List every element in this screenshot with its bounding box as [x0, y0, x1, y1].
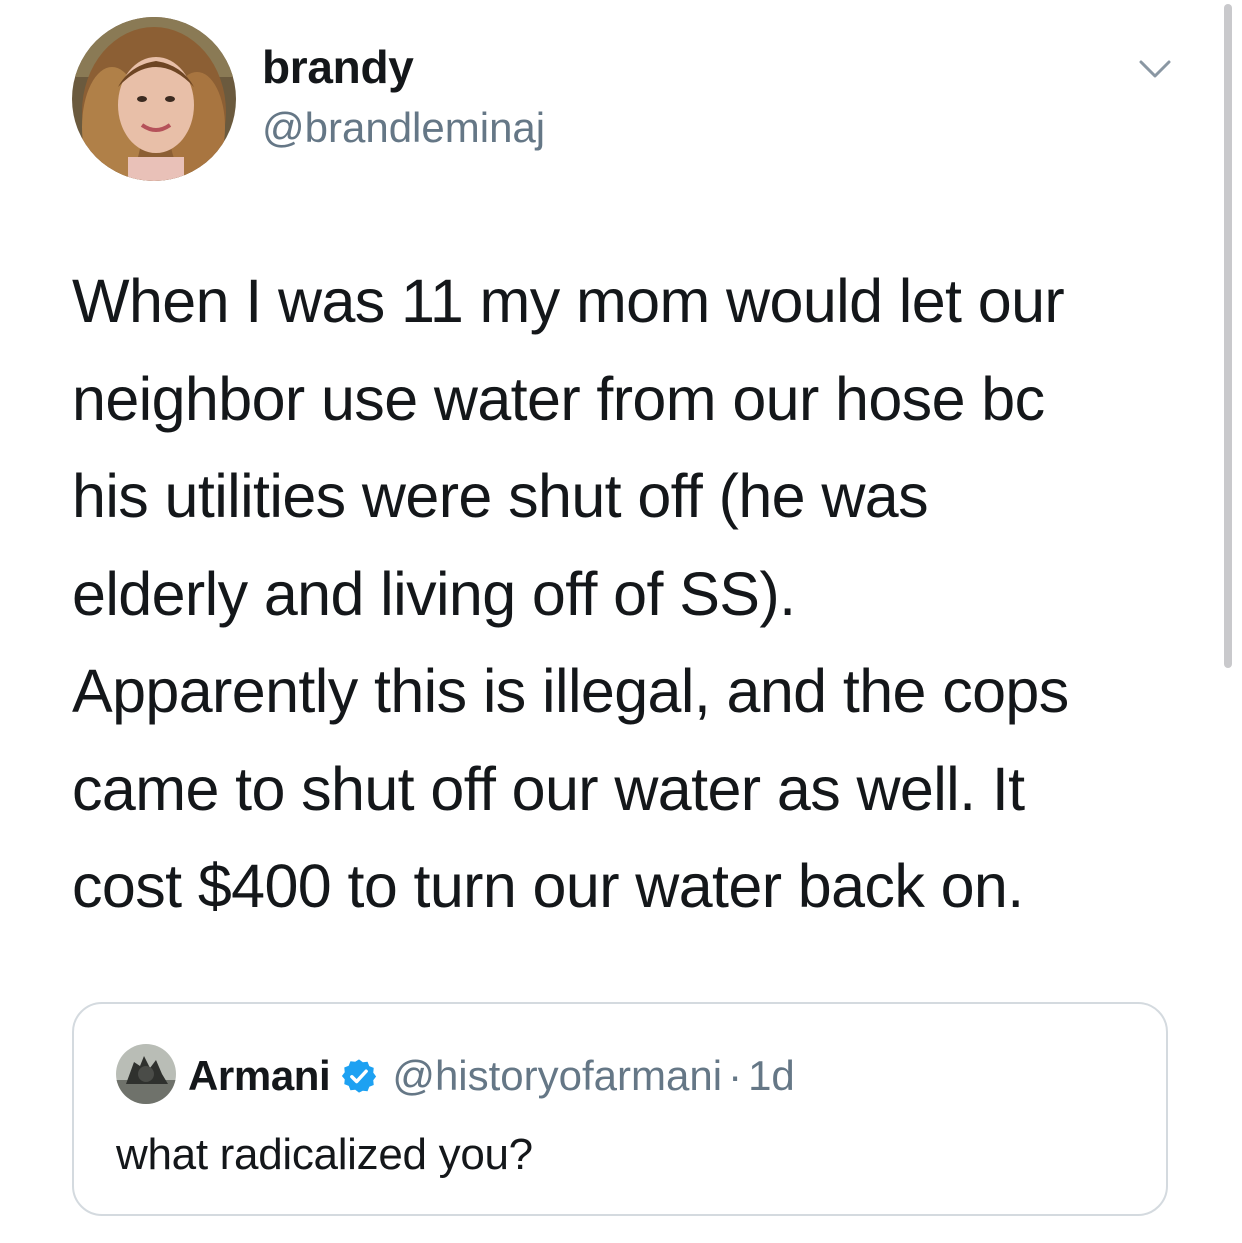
- quoted-tweet-timestamp[interactable]: 1d: [748, 1052, 795, 1100]
- author-display-name[interactable]: brandy: [262, 40, 414, 94]
- author-handle[interactable]: @brandleminaj: [262, 104, 545, 152]
- verified-badge-icon: [340, 1057, 378, 1095]
- separator-dot: ·: [728, 1052, 743, 1099]
- chevron-down-icon[interactable]: [1135, 50, 1175, 90]
- quoted-author-avatar[interactable]: [116, 1044, 176, 1104]
- scrollbar[interactable]: [1224, 4, 1232, 668]
- tweet-text: When I was 11 my mom would let our neigh…: [72, 267, 1069, 920]
- quoted-author-display-name[interactable]: Armani: [188, 1052, 331, 1100]
- quoted-tweet-card[interactable]: Armani @historyofarmani · 1d what radica…: [72, 1002, 1168, 1216]
- quoted-author-avatar-image: [116, 1044, 176, 1104]
- author-avatar[interactable]: [72, 17, 236, 181]
- quoted-tweet-header: Armani @historyofarmani · 1d: [188, 1046, 795, 1106]
- quoted-author-handle[interactable]: @historyofarmani: [392, 1052, 722, 1100]
- author-avatar-image: [72, 17, 236, 181]
- quoted-tweet-text: what radicalized you?: [116, 1130, 533, 1179]
